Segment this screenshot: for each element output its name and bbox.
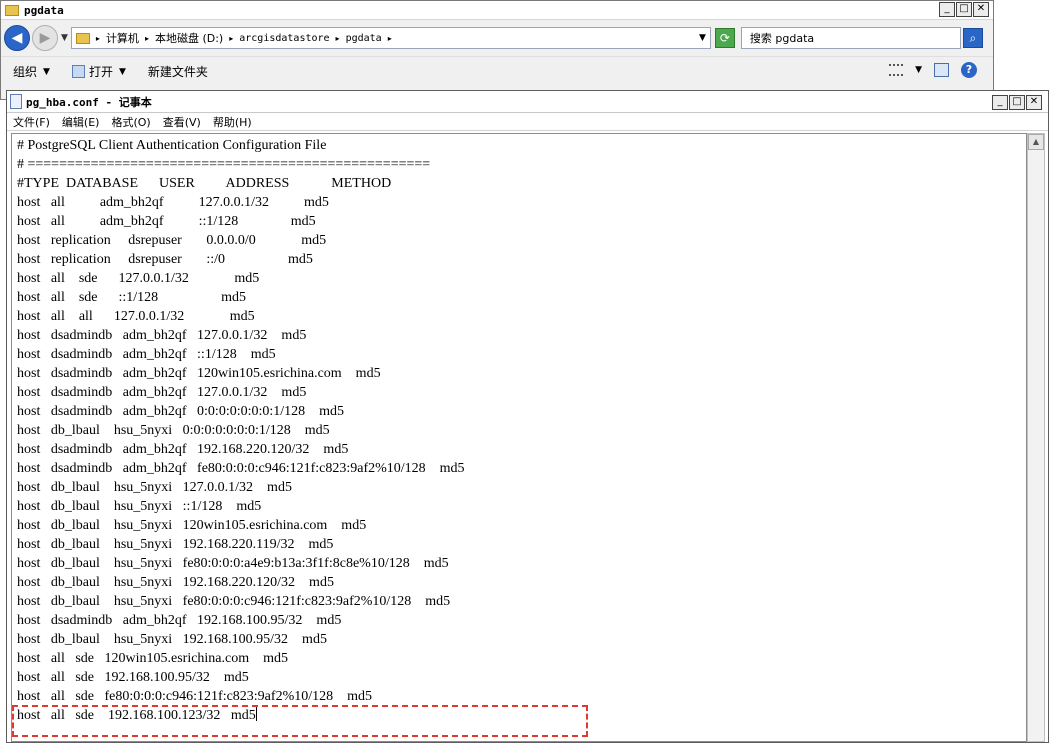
address-dropdown-icon[interactable]: ▼ <box>699 33 706 43</box>
notepad-icon <box>10 94 22 109</box>
breadcrumb-arcgisdatastore[interactable]: arcgisdatastore <box>239 33 329 44</box>
text-line[interactable]: host dsadmindb adm_bh2qf ::1/128 md5 <box>17 345 276 364</box>
explorer-title-bar: pgdata <box>1 1 993 20</box>
text-line[interactable]: host dsadmindb adm_bh2qf 120win105.esric… <box>17 364 381 383</box>
minimize-button[interactable]: _ <box>939 2 955 17</box>
breadcrumb-pgdata[interactable]: pgdata <box>346 33 382 44</box>
text-line[interactable]: host db_lbaul hsu_5nyxi fe80:0:0:0:a4e9:… <box>17 554 449 573</box>
open-button[interactable]: 打开 ▼ <box>71 63 126 80</box>
chevron-down-icon[interactable]: ▼ <box>119 67 126 77</box>
open-icon <box>71 65 85 78</box>
breadcrumb-local-disk[interactable]: 本地磁盘 (D:) <box>155 30 223 46</box>
text-line[interactable]: host dsadmindb adm_bh2qf 192.168.220.120… <box>17 440 348 459</box>
text-line[interactable]: #TYPE DATABASE USER ADDRESS METHOD <box>17 174 391 193</box>
text-line[interactable]: host dsadmindb adm_bh2qf 127.0.0.1/32 md… <box>17 326 306 345</box>
address-bar[interactable]: ▸ 计算机 ▸ 本地磁盘 (D:) ▸ arcgisdatastore ▸ pg… <box>70 27 711 49</box>
search-icon[interactable]: ⌕ <box>962 28 983 48</box>
menu-edit[interactable]: 编辑(E) <box>62 114 100 130</box>
text-line[interactable]: # PostgreSQL Client Authentication Confi… <box>17 136 326 155</box>
chevron-right-icon[interactable]: ▸ <box>388 34 392 43</box>
maximize-button[interactable]: □ <box>956 2 972 17</box>
text-line[interactable]: host replication dsrepuser 0.0.0.0/0 md5 <box>17 231 326 250</box>
organize-label: 组织 <box>13 65 38 79</box>
notepad-title-bar: pg_hba.conf - 记事本 <box>7 91 1048 113</box>
menu-format[interactable]: 格式(O) <box>111 114 150 130</box>
new-folder-label: 新建文件夹 <box>147 65 208 79</box>
text-line[interactable]: host db_lbaul hsu_5nyxi 192.168.220.119/… <box>17 535 333 554</box>
text-line[interactable]: host db_lbaul hsu_5nyxi 192.168.220.120/… <box>17 573 334 592</box>
menu-file[interactable]: 文件(F) <box>13 114 50 130</box>
notepad-window-controls: _ □ ✕ <box>992 95 1042 110</box>
text-editor[interactable]: # PostgreSQL Client Authentication Confi… <box>11 133 1027 742</box>
text-line[interactable]: # ======================================… <box>17 155 430 174</box>
explorer-title: pgdata <box>24 3 64 17</box>
notepad-title: pg_hba.conf - 记事本 <box>26 95 152 109</box>
notepad-window: pg_hba.conf - 记事本 _ □ ✕ 文件(F) 编辑(E) 格式(O… <box>6 90 1049 743</box>
open-label: 打开 <box>88 65 113 79</box>
text-line[interactable]: host db_lbaul hsu_5nyxi 120win105.esrich… <box>17 516 366 535</box>
text-line[interactable]: host all sde ::1/128 md5 <box>17 288 246 307</box>
menu-help[interactable]: 帮助(H) <box>213 114 252 130</box>
text-line[interactable]: host dsadmindb adm_bh2qf 192.168.100.95/… <box>17 611 341 630</box>
close-button[interactable]: ✕ <box>973 2 989 17</box>
text-caret <box>255 706 257 721</box>
explorer-window: pgdata _ □ ✕ ◀ ▶ ▼ ▸ 计算机 ▸ 本地磁盘 (D:) ▸ a… <box>0 0 994 100</box>
text-line[interactable]: host all adm_bh2qf ::1/128 md5 <box>17 212 316 231</box>
text-line[interactable]: host dsadmindb adm_bh2qf 0:0:0:0:0:0:0:1… <box>17 402 344 421</box>
text-line[interactable]: host db_lbaul hsu_5nyxi 192.168.100.95/3… <box>17 630 327 649</box>
help-icon[interactable]: ? <box>961 62 977 78</box>
text-line[interactable]: host dsadmindb adm_bh2qf fe80:0:0:0:c946… <box>17 459 465 478</box>
search-input[interactable]: 搜索 pgdata <box>740 27 961 49</box>
chevron-right-icon[interactable]: ▸ <box>96 34 100 43</box>
text-line[interactable]: host db_lbaul hsu_5nyxi 127.0.0.1/32 md5 <box>17 478 292 497</box>
new-folder-button[interactable]: 新建文件夹 <box>148 63 208 80</box>
text-line[interactable]: host all sde 192.168.100.95/32 md5 <box>17 668 249 687</box>
close-button[interactable]: ✕ <box>1026 95 1042 110</box>
address-row: ◀ ▶ ▼ ▸ 计算机 ▸ 本地磁盘 (D:) ▸ arcgisdatastor… <box>1 20 993 56</box>
menu-bar: 文件(F) 编辑(E) 格式(O) 查看(V) 帮助(H) <box>7 113 1048 131</box>
explorer-window-controls: _ □ ✕ <box>939 2 989 17</box>
view-options-icon[interactable] <box>889 64 904 76</box>
toolbar-right: ▼ ? <box>889 62 977 78</box>
folder-icon <box>5 4 19 16</box>
text-line[interactable]: host db_lbaul hsu_5nyxi 0:0:0:0:0:0:0:1/… <box>17 421 330 440</box>
maximize-button[interactable]: □ <box>1009 95 1025 110</box>
explorer-toolbar: 组织 ▼ 打开 ▼ 新建文件夹 <box>1 56 993 86</box>
back-button[interactable]: ◀ <box>4 25 30 51</box>
text-line[interactable]: host replication dsrepuser ::/0 md5 <box>17 250 313 269</box>
search-placeholder: 搜索 pgdata <box>749 32 815 45</box>
folder-icon <box>75 32 90 44</box>
chevron-down-icon: ▼ <box>43 66 50 77</box>
history-dropdown-icon[interactable]: ▼ <box>61 33 68 43</box>
chevron-right-icon[interactable]: ▸ <box>229 34 233 43</box>
refresh-button[interactable]: ⟳ <box>714 28 735 48</box>
preview-pane-icon[interactable] <box>934 63 949 77</box>
vertical-scrollbar[interactable]: ▲ <box>1027 133 1045 742</box>
text-line[interactable]: host all sde 120win105.esrichina.com md5 <box>17 649 288 668</box>
chevron-right-icon[interactable]: ▸ <box>336 34 340 43</box>
organize-button[interactable]: 组织 ▼ <box>13 63 50 80</box>
text-line[interactable]: host all sde 127.0.0.1/32 md5 <box>17 269 259 288</box>
chevron-right-icon[interactable]: ▸ <box>145 34 149 43</box>
text-line[interactable]: host db_lbaul hsu_5nyxi fe80:0:0:0:c946:… <box>17 592 450 611</box>
text-line[interactable]: host all adm_bh2qf 127.0.0.1/32 md5 <box>17 193 329 212</box>
breadcrumb-computer[interactable]: 计算机 <box>106 30 139 46</box>
chevron-down-icon[interactable]: ▼ <box>915 65 922 75</box>
text-line[interactable]: host all all 127.0.0.1/32 md5 <box>17 307 255 326</box>
menu-view[interactable]: 查看(V) <box>163 114 201 130</box>
minimize-button[interactable]: _ <box>992 95 1008 110</box>
forward-button[interactable]: ▶ <box>32 25 58 51</box>
text-line[interactable]: host all sde fe80:0:0:0:c946:121f:c823:9… <box>17 687 372 706</box>
text-line[interactable]: host dsadmindb adm_bh2qf 127.0.0.1/32 md… <box>17 383 306 402</box>
scroll-up-icon[interactable]: ▲ <box>1028 134 1044 150</box>
text-line[interactable]: host all sde 192.168.100.123/32 md5 <box>17 706 257 725</box>
text-line[interactable]: host db_lbaul hsu_5nyxi ::1/128 md5 <box>17 497 261 516</box>
